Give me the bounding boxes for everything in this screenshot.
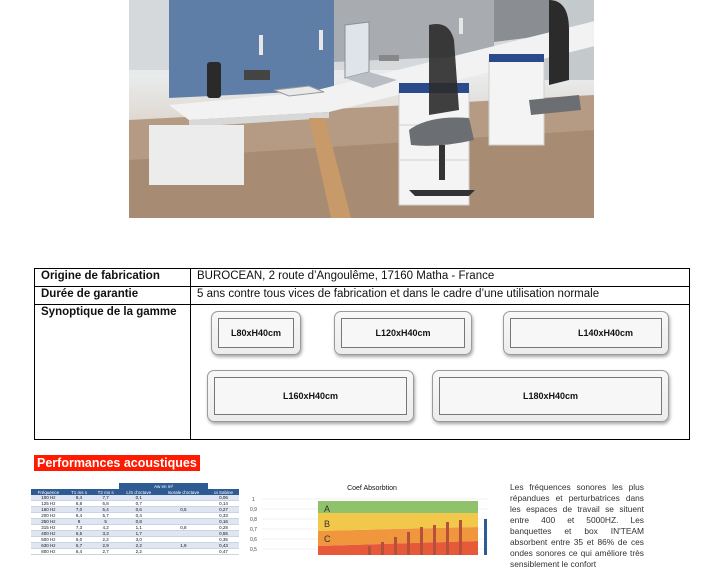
chart-bar — [446, 522, 449, 555]
band-label: B — [324, 519, 330, 529]
y-tick: 1 — [252, 497, 255, 503]
size-card-80: L80xH40cm — [211, 311, 301, 355]
size-label: L120xH40cm — [341, 318, 465, 348]
garantie-label: Durée de garantie — [34, 286, 191, 305]
absorption-chart: Coef Absorbtion 1 0,9 0,8 0,7 0,6 0,5 A … — [248, 480, 496, 555]
chart-bar — [484, 519, 487, 555]
table-cell: 6,4 — [65, 548, 93, 555]
y-tick: 0,9 — [250, 507, 257, 513]
table-cell: 2,2 — [119, 548, 159, 555]
chart-bar — [420, 527, 423, 555]
size-label: L80xH40cm — [218, 318, 294, 348]
size-label: L160xH40cm — [214, 377, 407, 415]
synoptique-cell: L80xH40cm L120xH40cm L140xH40cm L160xH40… — [190, 304, 690, 440]
table-cell — [158, 548, 209, 555]
spec-table: Origine de fabrication BUROCEAN, 2 route… — [34, 268, 690, 440]
y-tick: 0,6 — [250, 537, 257, 543]
y-tick: 0,8 — [250, 517, 257, 523]
section-title: Performances acoustiques — [34, 455, 200, 471]
acoustic-paragraph: Les fréquences sonores les plus répandue… — [510, 482, 644, 569]
chart-bar — [368, 546, 371, 555]
table-row: 800 Hz 6,4 2,7 2,2 0,47 — [31, 548, 239, 555]
band-label: C — [324, 534, 331, 544]
garantie-value: 5 ans contre tous vices de fabrication e… — [190, 286, 690, 305]
size-card-140: L140xH40cm — [503, 311, 669, 355]
band-a — [318, 501, 478, 513]
size-label: L140xH40cm — [510, 318, 662, 348]
origine-value: BUROCEAN, 2 route d’Angoulême, 17160 Mat… — [190, 268, 690, 287]
chart-bar — [407, 532, 410, 555]
table-cell: 2,7 — [92, 548, 119, 555]
size-card-160: L160xH40cm — [207, 370, 414, 422]
chart-title: Coef Absorbtion — [347, 485, 397, 492]
size-card-120: L120xH40cm — [334, 311, 472, 355]
y-tick: 0,5 — [250, 547, 257, 553]
size-card-180: L180xH40cm — [432, 370, 669, 422]
size-label: L180xH40cm — [439, 377, 662, 415]
chart-bar — [381, 542, 384, 555]
table-cell: 800 Hz — [31, 548, 66, 555]
acoustic-data-table: Aw en m² Fréquence T1 ms s T2 ms s L/S d’oc… — [31, 483, 239, 555]
y-tick: 0,7 — [250, 527, 257, 533]
chart-bar — [459, 520, 462, 555]
table-cell: 0,47 — [208, 548, 239, 555]
chart-bar — [433, 525, 436, 555]
synoptique-label: Synoptique de la gamme — [34, 304, 191, 440]
chart-bar — [394, 537, 397, 555]
origine-label: Origine de fabrication — [34, 268, 191, 287]
product-photo — [129, 0, 594, 218]
band-label: A — [324, 504, 330, 514]
